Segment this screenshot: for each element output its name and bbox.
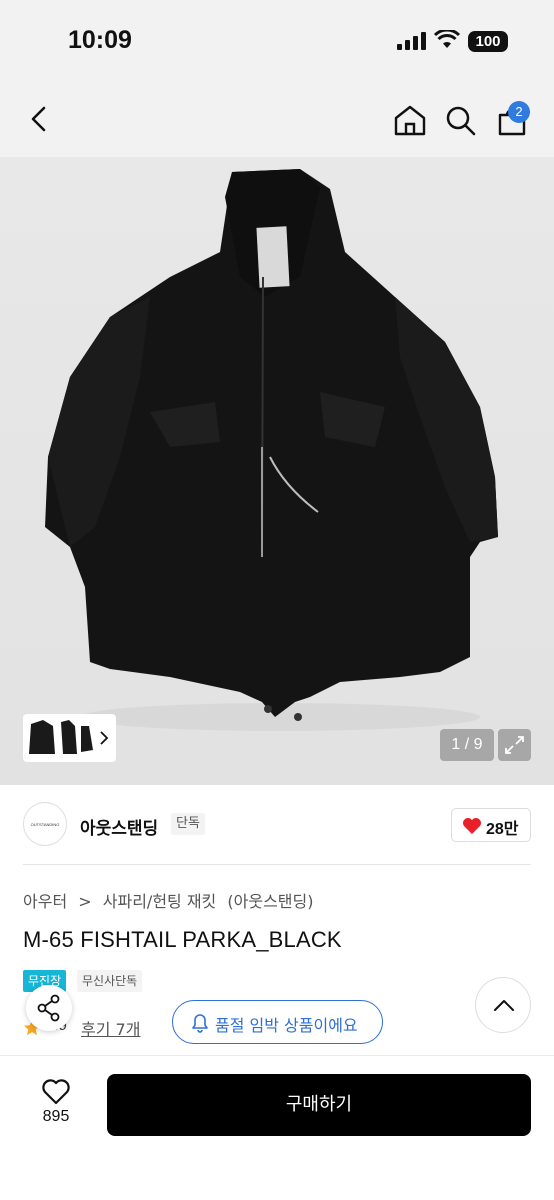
chevron-right-icon [100, 731, 109, 745]
expand-icon [505, 736, 524, 754]
brand-name[interactable]: 아웃스탠딩 [80, 814, 158, 839]
review-link[interactable]: 후기 7개 [81, 1016, 140, 1040]
thumbnail-strip[interactable] [23, 714, 116, 762]
scroll-top-button[interactable] [475, 977, 531, 1033]
cart-count-badge: 2 [508, 101, 530, 123]
home-icon[interactable] [393, 104, 427, 136]
breadcrumb-category[interactable]: 아우터 [23, 888, 67, 912]
bell-icon [192, 1014, 208, 1033]
buy-button[interactable]: 구매하기 [107, 1074, 531, 1136]
like-count: 28만 [486, 821, 519, 838]
share-button[interactable] [26, 985, 72, 1031]
cellular-signal-icon [397, 32, 426, 50]
brand-exclusive-tag: 단독 [171, 813, 205, 835]
product-title: M-65 FISHTAIL PARKA_BLACK [23, 927, 342, 952]
breadcrumb: 아우터 > 사파리/헌팅 재킷 (아웃스탠딩) [23, 888, 313, 912]
bottom-action-bar: 895 구매하기 [0, 1055, 554, 1200]
back-arrow-icon[interactable] [26, 104, 54, 134]
share-icon [37, 994, 60, 1022]
like-button[interactable]: 28만 [451, 808, 531, 842]
expand-button[interactable] [498, 729, 531, 761]
status-time: 10:09 [68, 26, 132, 54]
brand-row: OUTSTANDING 아웃스탠딩 단독 28만 [0, 785, 554, 865]
breadcrumb-brand[interactable]: (아웃스탠딩) [227, 888, 313, 912]
brand-logo[interactable]: OUTSTANDING [23, 802, 67, 846]
breadcrumb-subcategory[interactable]: 사파리/헌팅 재킷 [103, 888, 217, 912]
wifi-icon [434, 30, 460, 48]
battery-icon: 100 [468, 31, 508, 52]
product-image[interactable] [0, 157, 554, 785]
heart-filled-icon [463, 818, 481, 834]
exclusive-badge: 무신사단독 [77, 970, 143, 992]
heart-outline-icon[interactable] [41, 1077, 71, 1105]
chevron-up-icon [494, 1000, 514, 1011]
search-icon[interactable] [445, 105, 477, 137]
top-nav-bar: 2 [0, 80, 554, 157]
breadcrumb-separator: > [78, 892, 92, 911]
status-bar: 10:09 100 [0, 0, 554, 80]
parka-image [0, 157, 554, 785]
divider [23, 864, 531, 865]
low-stock-text: 품절 임박 상품이에요 [215, 1016, 358, 1035]
image-page-indicator: 1 / 9 [440, 729, 494, 761]
wish-count: 895 [42, 1108, 70, 1125]
low-stock-notice[interactable]: 품절 임박 상품이에요 [172, 1000, 383, 1044]
